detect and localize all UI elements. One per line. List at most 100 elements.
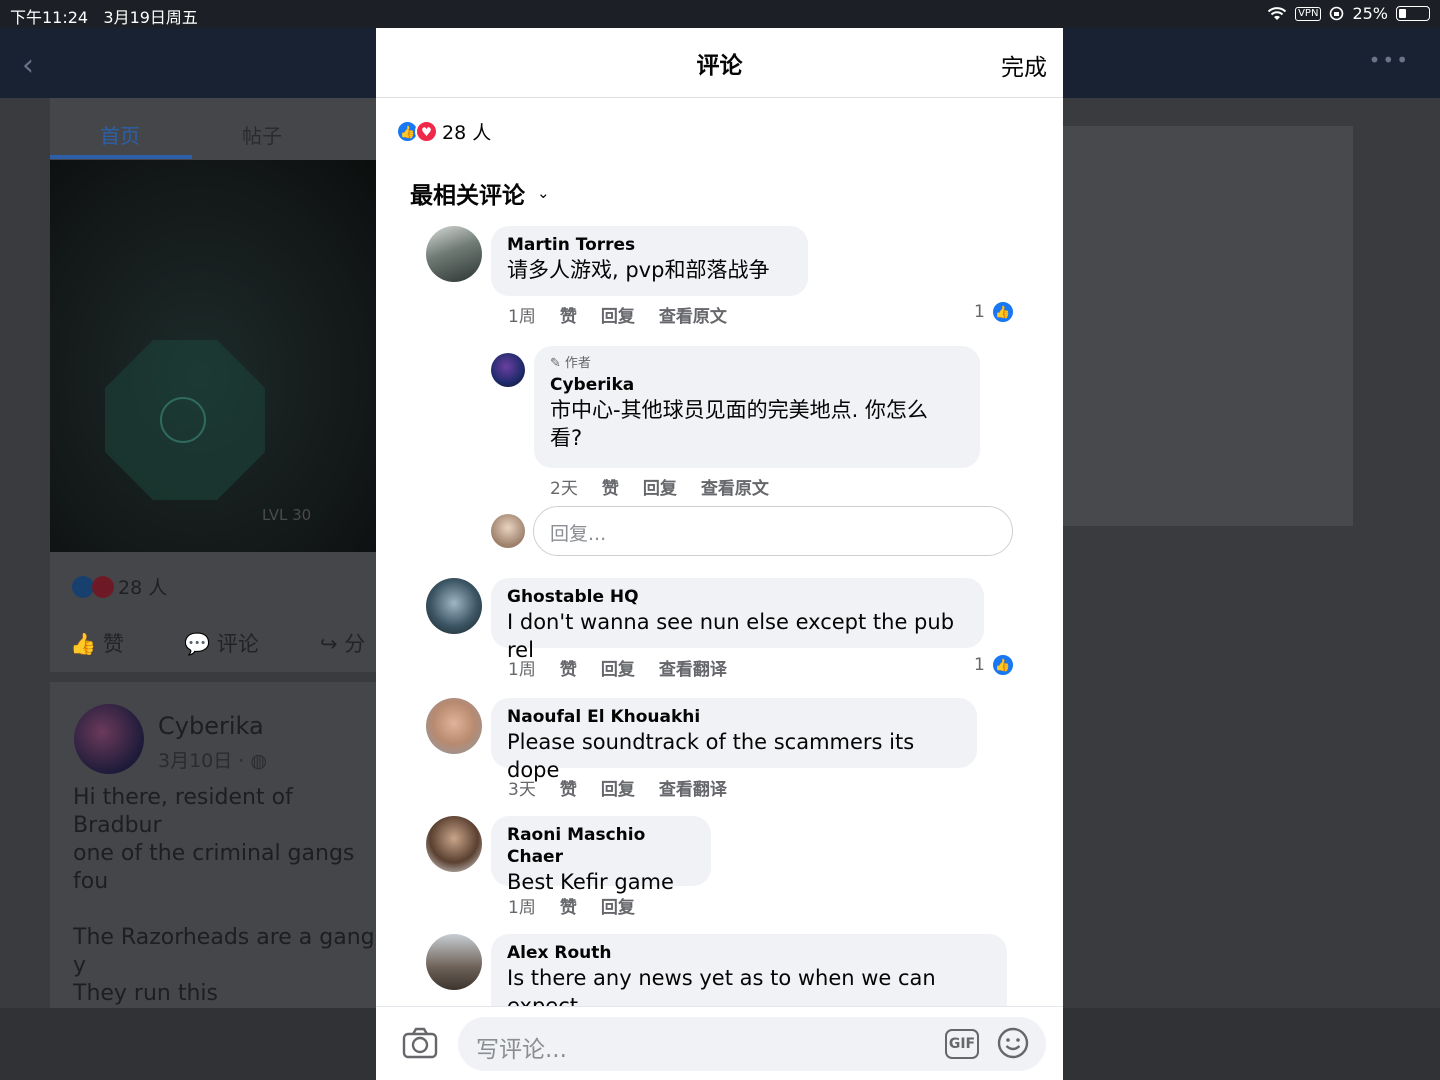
game-screenshot: LVL 30 — [50, 160, 380, 552]
sort-label: 最相关评论 — [410, 183, 525, 209]
reply-button[interactable]: 回复 — [601, 893, 635, 918]
status-bar: 下午11:24 3月19日周五 VPN 25% — [0, 0, 1440, 28]
see-translation-button[interactable]: 查看翻译 — [659, 775, 727, 800]
comment-time[interactable]: 1周 — [508, 655, 536, 680]
avatar[interactable] — [426, 934, 482, 990]
like-reaction-icon — [72, 575, 94, 598]
done-button[interactable]: 完成 — [1001, 48, 1047, 82]
comment-time[interactable]: 1周 — [508, 893, 536, 918]
level-label: LVL 30 — [262, 506, 312, 524]
comment-author[interactable]: Martin Torres — [507, 234, 792, 256]
comment-author[interactable]: Alex Routh — [507, 942, 991, 964]
comment-like-count[interactable]: 1 👍 — [974, 653, 1015, 677]
background-side-panel — [1063, 126, 1353, 526]
comment-actions: 1周 赞 回复 查看原文 — [508, 302, 727, 327]
background-like-button[interactable]: 👍 赞 — [70, 628, 124, 658]
comment-actions: 1周 赞 回复 查看翻译 — [508, 655, 727, 680]
reply-button[interactable]: 回复 — [643, 474, 677, 499]
reply-input[interactable]: 回复... — [533, 506, 1013, 556]
status-date: 3月19日周五 — [103, 8, 198, 27]
ring-shape — [160, 397, 206, 443]
modal-title: 评论 — [696, 53, 743, 79]
comment-bubble: Naoufal El Khouakhi Please soundtrack of… — [491, 698, 977, 782]
post-text: Hi there, resident of Bradbur one of the… — [73, 785, 375, 1014]
comment-text: Best Kefir game — [507, 870, 674, 894]
comment-composer: 写评论... GIF — [376, 1006, 1063, 1080]
like-comment-button[interactable]: 赞 — [560, 302, 577, 327]
camera-icon[interactable] — [402, 1027, 438, 1059]
avatar[interactable] — [426, 578, 482, 634]
avatar[interactable] — [426, 698, 482, 754]
wifi-icon — [1267, 7, 1287, 20]
pencil-icon: ✎ — [550, 356, 561, 371]
avatar[interactable] — [426, 816, 482, 872]
avatar — [491, 514, 525, 548]
reply-button[interactable]: 回复 — [601, 655, 635, 680]
back-chevron-icon[interactable]: ‹ — [22, 48, 34, 83]
avatar[interactable] — [426, 226, 482, 282]
comment-time[interactable]: 1周 — [508, 302, 536, 327]
reply-button[interactable]: 回复 — [601, 302, 635, 327]
comment-bubble: Martin Torres 请多人游戏, pvp和部落战争 — [491, 226, 808, 296]
battery-percent: 25% — [1352, 4, 1388, 23]
orientation-lock-icon — [1330, 6, 1344, 21]
author-badge-label: 作者 — [564, 356, 591, 371]
like-reaction-icon: 👍 — [990, 653, 1015, 677]
see-original-button[interactable]: 查看原文 — [659, 302, 727, 327]
avatar[interactable] — [491, 353, 525, 387]
comment-bubble: ✎ 作者 Cyberika 市中心-其他球员见面的完美地点. 你怎么 看? — [534, 346, 980, 468]
see-translation-button[interactable]: 查看翻译 — [659, 655, 727, 680]
comment-time[interactable]: 2天 — [550, 474, 578, 499]
background-share-button[interactable]: ↪ 分 — [320, 628, 365, 658]
comment-author[interactable]: Cyberika — [550, 374, 964, 396]
like-comment-button[interactable]: 赞 — [560, 775, 577, 800]
post-date: 3月10日 · ◍ — [158, 750, 267, 772]
author-badge: ✎ 作者 — [550, 354, 964, 374]
background-comment-button[interactable]: 💬 评论 — [184, 628, 259, 658]
like-count-value: 1 — [974, 302, 985, 322]
background-tabs: 首页 帖子 — [50, 105, 380, 160]
comment-actions: 3天 赞 回复 查看翻译 — [508, 775, 727, 800]
like-comment-button[interactable]: 赞 — [560, 655, 577, 680]
comment-bubble: Ghostable HQ I don't wanna see nun else … — [491, 578, 984, 662]
like-count-value: 1 — [974, 655, 985, 675]
globe-icon: ◍ — [250, 750, 267, 772]
chevron-down-icon: ⌄ — [537, 184, 550, 202]
love-reaction-icon: ♥ — [415, 120, 438, 143]
background-reactions-count: 28 人 — [118, 577, 168, 599]
comment-actions: 2天 赞 回复 查看原文 — [550, 474, 769, 499]
more-options-icon[interactable]: ••• — [1369, 48, 1410, 72]
like-reaction-icon: 👍 — [990, 300, 1015, 324]
status-indicators: VPN 25% — [1267, 4, 1430, 23]
tab-posts[interactable]: 帖子 — [242, 120, 282, 149]
reply-button[interactable]: 回复 — [601, 775, 635, 800]
vpn-badge: VPN — [1295, 6, 1322, 21]
reactions-summary[interactable]: 👍 ♥ 28 人 — [396, 118, 491, 145]
modal-header: 评论 完成 — [376, 28, 1063, 98]
like-comment-button[interactable]: 赞 — [560, 893, 577, 918]
status-time-date: 下午11:24 3月19日周五 — [10, 4, 198, 28]
status-time: 下午11:24 — [10, 8, 89, 27]
comments-modal: 评论 完成 👍 ♥ 28 人 最相关评论 ⌄ Martin Torres 请多人… — [376, 28, 1063, 1080]
like-comment-button[interactable]: 赞 — [602, 474, 619, 499]
comment-like-count[interactable]: 1 👍 — [974, 300, 1015, 324]
comment-bubble: Raoni Maschio Chaer Best Kefir game — [491, 816, 711, 894]
comment-author[interactable]: Ghostable HQ — [507, 586, 968, 608]
comment-author[interactable]: Naoufal El Khouakhi — [507, 706, 961, 728]
gif-icon[interactable]: GIF — [945, 1029, 979, 1059]
post-author[interactable]: Cyberika — [158, 712, 264, 740]
emoji-icon[interactable] — [997, 1027, 1029, 1059]
comment-time[interactable]: 3天 — [508, 775, 536, 800]
sort-dropdown[interactable]: 最相关评论 ⌄ — [410, 176, 550, 210]
comment-actions: 1周 赞 回复 — [508, 893, 635, 918]
background-reactions[interactable]: 28 人 — [72, 573, 167, 600]
active-tab-underline — [50, 155, 192, 159]
comment-author[interactable]: Raoni Maschio Chaer — [507, 824, 695, 868]
love-reaction-icon — [92, 575, 114, 598]
avatar[interactable] — [74, 704, 144, 774]
comment-text: 请多人游戏, pvp和部落战争 — [507, 258, 770, 282]
tab-home[interactable]: 首页 — [100, 120, 140, 149]
see-original-button[interactable]: 查看原文 — [701, 474, 769, 499]
comment-text: 市中心-其他球员见面的完美地点. 你怎么 看? — [550, 398, 928, 450]
battery-icon — [1396, 6, 1430, 21]
